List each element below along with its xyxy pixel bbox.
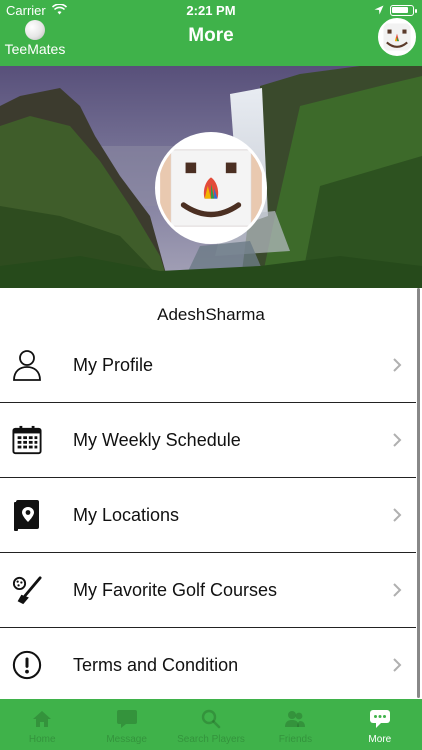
username: AdeshSharma bbox=[157, 305, 265, 324]
search-icon bbox=[200, 709, 222, 729]
home-icon bbox=[31, 709, 53, 729]
battery-fill bbox=[392, 7, 408, 13]
battery-icon bbox=[390, 5, 417, 16]
tab-friends[interactable]: Friends bbox=[253, 699, 337, 750]
chevron-right-icon bbox=[392, 432, 402, 448]
page-title: More bbox=[188, 25, 234, 46]
menu-item-label: My Weekly Schedule bbox=[73, 429, 241, 450]
tab-bar: Home Message Search Players Friends More bbox=[0, 699, 422, 750]
user-icon bbox=[12, 350, 42, 381]
header-avatar[interactable] bbox=[378, 18, 416, 56]
menu-item-my-favorite-golf-courses[interactable]: My Favorite Golf Courses bbox=[0, 553, 416, 628]
cover-photo bbox=[0, 66, 422, 288]
message-icon bbox=[116, 709, 138, 729]
chevron-right-icon bbox=[392, 582, 402, 598]
more-chat-icon bbox=[369, 709, 391, 729]
tab-label: Message bbox=[106, 734, 147, 745]
top-header: Carrier 2:21 PM TeeMates More bbox=[0, 0, 422, 66]
calendar-icon bbox=[12, 425, 42, 455]
tab-label: Home bbox=[28, 734, 56, 745]
profile-avatar[interactable] bbox=[155, 132, 267, 244]
menu-item-my-locations[interactable]: My Locations bbox=[0, 478, 416, 553]
chevron-right-icon bbox=[392, 657, 402, 673]
chevron-right-icon bbox=[392, 507, 402, 523]
more-menu: My Profile My Weekly Schedule My Locatio… bbox=[0, 328, 416, 703]
status-bar: Carrier 2:21 PM bbox=[0, 0, 422, 20]
menu-item-terms-and-condition[interactable]: Terms and Condition bbox=[0, 628, 416, 703]
tab-more[interactable]: More bbox=[338, 699, 422, 750]
tab-home[interactable]: Home bbox=[0, 699, 84, 750]
menu-item-label: My Favorite Golf Courses bbox=[73, 579, 278, 600]
info-circle-icon bbox=[12, 650, 42, 680]
location-arrow-icon bbox=[374, 3, 384, 18]
tab-label: More bbox=[368, 734, 392, 745]
scrollbar[interactable] bbox=[417, 288, 420, 698]
location-book-icon bbox=[12, 500, 42, 531]
menu-item-label: My Profile bbox=[73, 354, 154, 375]
status-right bbox=[374, 3, 417, 18]
menu-item-label: My Locations bbox=[73, 504, 180, 525]
status-time: 2:21 PM bbox=[186, 3, 236, 18]
golf-club-icon bbox=[12, 575, 42, 605]
chevron-right-icon bbox=[392, 357, 402, 373]
menu-item-my-weekly-schedule[interactable]: My Weekly Schedule bbox=[0, 403, 416, 478]
tab-message[interactable]: Message bbox=[84, 699, 168, 750]
friends-icon bbox=[284, 709, 306, 729]
menu-item-my-profile[interactable]: My Profile bbox=[0, 328, 416, 403]
tab-search-players[interactable]: Search Players bbox=[169, 699, 253, 750]
menu-item-label: Terms and Condition bbox=[73, 654, 239, 675]
tab-label: Friends bbox=[278, 734, 313, 745]
tab-label: Search Players bbox=[177, 734, 245, 745]
